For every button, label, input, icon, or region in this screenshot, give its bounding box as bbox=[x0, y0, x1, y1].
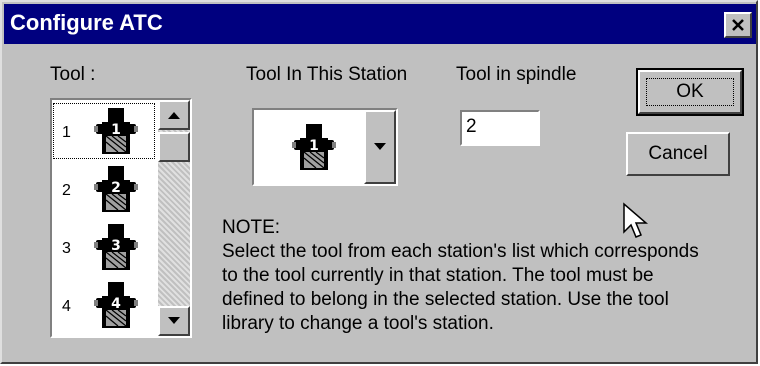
note-line: defined to belong in the selected statio… bbox=[222, 289, 669, 310]
tool-number: 1 bbox=[62, 124, 71, 141]
tool-number: 2 bbox=[62, 182, 71, 199]
tool-list-scrollbar[interactable] bbox=[158, 100, 190, 336]
tool-number: 4 bbox=[62, 298, 71, 315]
tool-holder-icon: 4 bbox=[94, 280, 138, 330]
tool-icon-number: 1 bbox=[111, 122, 121, 138]
tool-list-item[interactable]: 11 bbox=[52, 102, 156, 160]
tool-icon-number: 4 bbox=[111, 296, 121, 312]
title-bar: Configure ATC bbox=[4, 4, 756, 44]
tool-list-label: Tool : bbox=[50, 64, 96, 85]
tool-number: 3 bbox=[62, 240, 71, 257]
scroll-down-button[interactable] bbox=[158, 306, 190, 336]
tool-holder-icon: 1 bbox=[292, 122, 336, 172]
cancel-button[interactable]: Cancel bbox=[626, 132, 730, 176]
chevron-down-icon bbox=[374, 143, 386, 150]
spindle-label: Tool in spindle bbox=[456, 64, 577, 85]
tool-list-item[interactable]: 33 bbox=[52, 218, 156, 276]
tool-icon-number: 2 bbox=[111, 180, 121, 196]
tool-holder-icon: 2 bbox=[94, 164, 138, 214]
note-line: library to change a tool's station. bbox=[222, 313, 494, 334]
cancel-button-label: Cancel bbox=[648, 143, 708, 164]
note-line: Select the tool from each station's list… bbox=[222, 241, 699, 262]
ok-button[interactable]: OK bbox=[636, 68, 744, 116]
arrow-up-icon bbox=[168, 112, 180, 119]
note-text: NOTE: Select the tool from each station'… bbox=[222, 216, 760, 336]
note-heading: NOTE: bbox=[222, 217, 281, 238]
scroll-up-button[interactable] bbox=[158, 100, 190, 130]
close-icon bbox=[732, 19, 744, 31]
station-dropdown-button[interactable] bbox=[364, 110, 396, 184]
station-icon-number: 1 bbox=[309, 138, 319, 154]
note-line: to the tool currently in that station. T… bbox=[222, 265, 654, 286]
mouse-pointer-icon bbox=[623, 202, 649, 238]
tool-list-item[interactable]: 44 bbox=[52, 276, 156, 334]
spindle-tool-input[interactable]: 2 bbox=[460, 110, 540, 146]
tool-icon-number: 3 bbox=[111, 238, 121, 254]
close-button[interactable] bbox=[724, 12, 752, 38]
arrow-down-icon bbox=[168, 317, 180, 324]
station-tool-combobox[interactable]: 1 bbox=[252, 108, 398, 186]
tool-holder-icon: 1 bbox=[94, 106, 138, 156]
tool-list-item[interactable]: 22 bbox=[52, 160, 156, 218]
window-title: Configure ATC bbox=[10, 10, 163, 35]
tool-holder-icon: 3 bbox=[94, 222, 138, 272]
configure-atc-dialog: Configure ATC Tool : 11223344 Tool In Th… bbox=[0, 0, 758, 364]
tool-listbox[interactable]: 11223344 bbox=[50, 98, 192, 338]
station-label: Tool In This Station bbox=[246, 64, 408, 85]
focus-rect bbox=[646, 78, 734, 106]
tool-list-items: 11223344 bbox=[52, 100, 156, 336]
scroll-thumb[interactable] bbox=[158, 132, 190, 162]
